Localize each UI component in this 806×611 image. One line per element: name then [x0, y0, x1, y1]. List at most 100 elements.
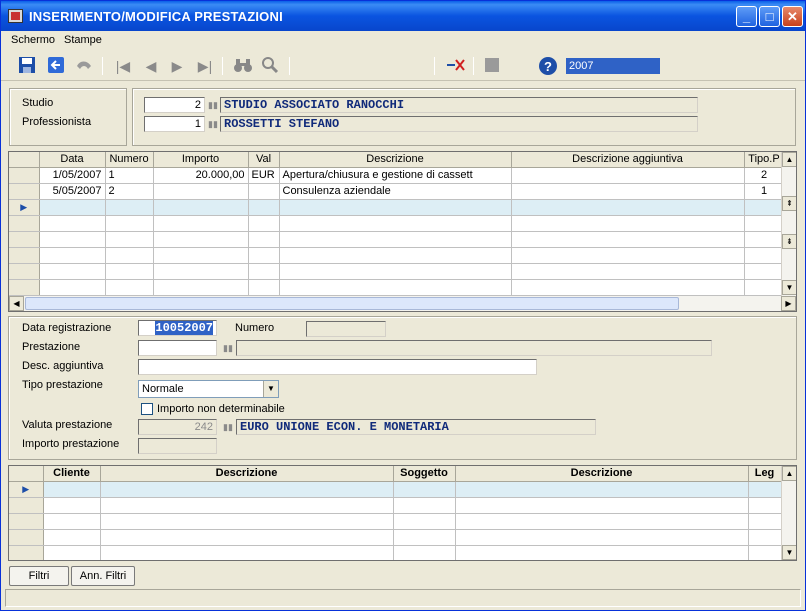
- cell-tipo[interactable]: 1: [744, 183, 785, 200]
- menu-schermo[interactable]: Schermo: [11, 34, 55, 46]
- scroll-down-icon[interactable]: ▼: [782, 545, 796, 560]
- cell[interactable]: [455, 529, 749, 546]
- chevron-down-icon[interactable]: ▼: [263, 381, 278, 397]
- desc-aggiuntiva-field[interactable]: [138, 359, 537, 375]
- studio-code-field[interactable]: 2: [144, 97, 205, 113]
- cell[interactable]: [100, 529, 394, 546]
- cancel-x-icon[interactable]: [446, 56, 466, 76]
- cell-descrizione-aggiuntiva[interactable]: [511, 167, 745, 184]
- cell[interactable]: [744, 279, 785, 296]
- column-header-descrizione[interactable]: Descrizione: [279, 152, 512, 168]
- numero-field[interactable]: [306, 321, 386, 337]
- cell[interactable]: [153, 231, 249, 248]
- column-header-descrizione-soggetto[interactable]: Descrizione: [455, 466, 749, 482]
- column-header-soggetto[interactable]: Soggetto: [393, 466, 456, 482]
- cell[interactable]: [279, 279, 512, 296]
- maximize-button[interactable]: □: [759, 6, 780, 27]
- tipo-prestazione-select[interactable]: Normale ▼: [138, 380, 279, 398]
- column-header-importo[interactable]: Importo: [153, 152, 249, 168]
- cell[interactable]: [153, 263, 249, 280]
- cell-leg[interactable]: [748, 481, 782, 498]
- cell-data[interactable]: 1/05/2007: [39, 167, 106, 184]
- cell[interactable]: [748, 497, 782, 514]
- cell[interactable]: [279, 247, 512, 264]
- valuta-code-field[interactable]: 242: [138, 419, 217, 435]
- cell[interactable]: [279, 215, 512, 232]
- cell[interactable]: [748, 529, 782, 546]
- cell-val[interactable]: [248, 199, 280, 216]
- cell-numero[interactable]: 2: [105, 183, 154, 200]
- ann-filtri-button[interactable]: Ann. Filtri: [71, 566, 135, 586]
- importo-prestazione-field[interactable]: [138, 438, 217, 454]
- cell-tipo[interactable]: 2: [744, 167, 785, 184]
- table-row[interactable]: [9, 247, 785, 264]
- column-header-cliente[interactable]: Cliente: [43, 466, 101, 482]
- lookup-icon[interactable]: ▮▮: [208, 100, 218, 110]
- column-header-val[interactable]: Val: [248, 152, 280, 168]
- table-row[interactable]: [9, 529, 782, 546]
- cell[interactable]: [393, 513, 456, 530]
- cell-numero[interactable]: 1: [105, 167, 154, 184]
- table-row[interactable]: [9, 513, 782, 530]
- year-field[interactable]: 2007: [566, 58, 660, 74]
- cell[interactable]: [105, 263, 154, 280]
- cell[interactable]: [153, 247, 249, 264]
- row-indicator[interactable]: [9, 247, 40, 264]
- cell[interactable]: [455, 545, 749, 560]
- cell[interactable]: [39, 263, 106, 280]
- cell[interactable]: [39, 215, 106, 232]
- cell[interactable]: [511, 263, 745, 280]
- table-row[interactable]: 5/05/2007 2 Consulenza aziendale 1: [9, 183, 785, 200]
- cell[interactable]: [100, 497, 394, 514]
- cell[interactable]: [248, 279, 280, 296]
- cell[interactable]: [393, 545, 456, 560]
- cell-descrizione[interactable]: [279, 199, 512, 216]
- cell[interactable]: [393, 529, 456, 546]
- cell-val[interactable]: [248, 183, 280, 200]
- table-row[interactable]: [9, 263, 785, 280]
- scroll-right-icon[interactable]: ▶: [781, 296, 796, 311]
- cell[interactable]: [39, 231, 106, 248]
- row-indicator[interactable]: [9, 279, 40, 296]
- current-row-arrow-icon[interactable]: ▶: [9, 481, 44, 498]
- cell-importo[interactable]: [153, 199, 249, 216]
- magnifier-icon[interactable]: [260, 56, 280, 76]
- column-header-numero[interactable]: Numero: [105, 152, 154, 168]
- table-row-current[interactable]: ▶: [9, 199, 785, 216]
- table-row-current[interactable]: ▶: [9, 481, 782, 498]
- cell[interactable]: [153, 279, 249, 296]
- menu-stampe[interactable]: Stampe: [64, 34, 102, 46]
- row-indicator[interactable]: [9, 529, 44, 546]
- back-arrow-icon[interactable]: [46, 56, 66, 76]
- cell[interactable]: [744, 215, 785, 232]
- cell[interactable]: [748, 513, 782, 530]
- row-indicator[interactable]: [9, 167, 40, 184]
- cell-tipo[interactable]: [744, 199, 785, 216]
- cell[interactable]: [39, 247, 106, 264]
- table-row[interactable]: 1/05/2007 1 20.000,00 EUR Apertura/chius…: [9, 167, 785, 184]
- cell-cliente[interactable]: [43, 481, 101, 498]
- data-registrazione-field[interactable]: 10052007: [138, 320, 217, 336]
- cell[interactable]: [744, 231, 785, 248]
- table-row[interactable]: [9, 545, 782, 560]
- grid2-vertical-scrollbar[interactable]: ▲ ▼: [781, 466, 796, 560]
- cell[interactable]: [105, 247, 154, 264]
- row-indicator[interactable]: [9, 231, 40, 248]
- table-row[interactable]: [9, 231, 785, 248]
- cell-descrizione-soggetto[interactable]: [455, 481, 749, 498]
- cell-importo[interactable]: [153, 183, 249, 200]
- last-record-icon[interactable]: ▶|: [195, 56, 215, 76]
- undo-icon[interactable]: [74, 56, 94, 76]
- cell-data[interactable]: [39, 199, 106, 216]
- cell-data[interactable]: 5/05/2007: [39, 183, 106, 200]
- column-header-leg[interactable]: Leg: [748, 466, 782, 482]
- lookup-icon[interactable]: ▮▮: [223, 422, 233, 432]
- cell[interactable]: [511, 215, 745, 232]
- cell-importo[interactable]: 20.000,00: [153, 167, 249, 184]
- cell[interactable]: [39, 279, 106, 296]
- table-row[interactable]: [9, 497, 782, 514]
- cell[interactable]: [511, 279, 745, 296]
- stop-icon[interactable]: [482, 56, 502, 76]
- professionista-code-field[interactable]: 1: [144, 116, 205, 132]
- cell[interactable]: [43, 529, 101, 546]
